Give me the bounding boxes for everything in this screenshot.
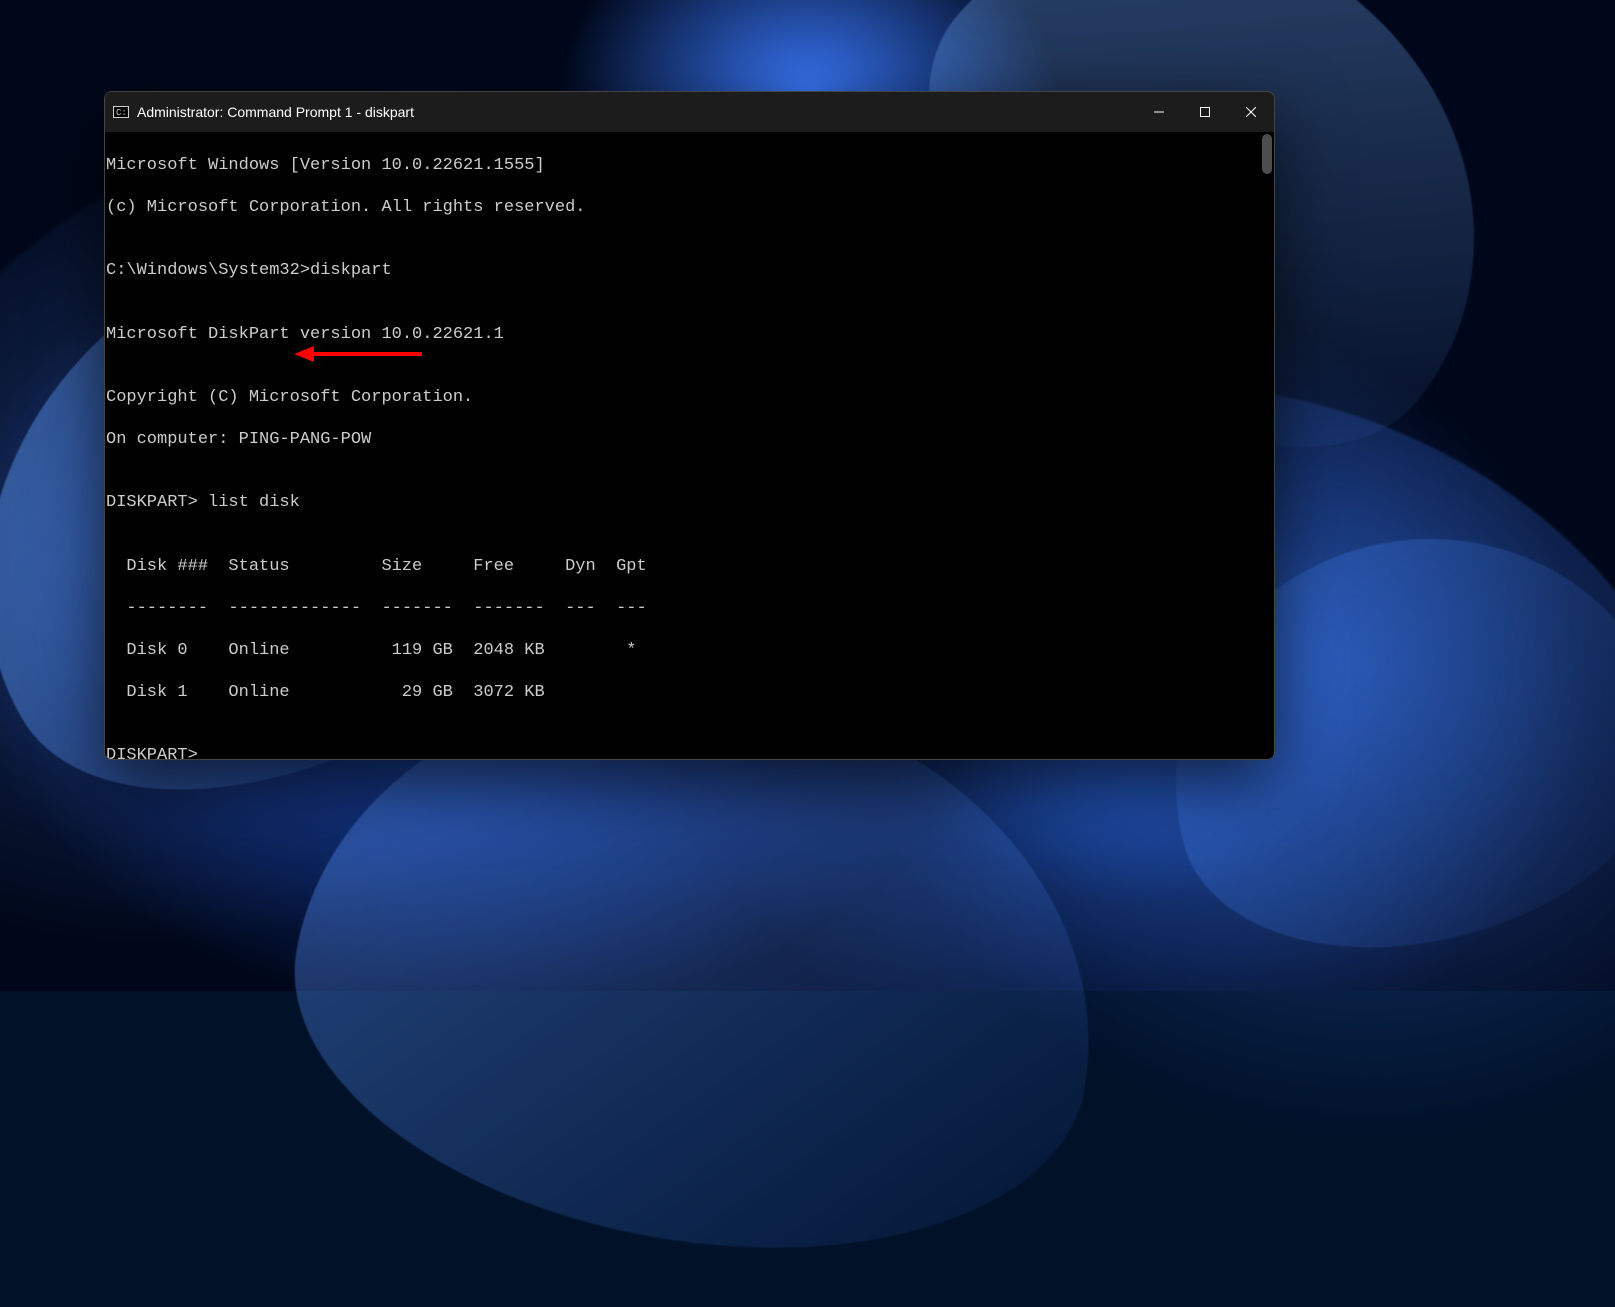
terminal-line: (c) Microsoft Corporation. All rights re… bbox=[106, 197, 1274, 218]
terminal-line: Microsoft DiskPart version 10.0.22621.1 bbox=[106, 324, 1274, 345]
window-titlebar[interactable]: C:\ Administrator: Command Prompt 1 - di… bbox=[105, 92, 1274, 132]
cmd-icon: C:\ bbox=[113, 104, 129, 120]
terminal-line: DISKPART> list disk bbox=[106, 492, 1274, 513]
terminal-line: Microsoft Windows [Version 10.0.22621.15… bbox=[106, 155, 1274, 176]
close-button[interactable] bbox=[1228, 92, 1274, 132]
terminal-line: Disk 1 Online 29 GB 3072 KB bbox=[106, 682, 1274, 703]
minimize-button[interactable] bbox=[1136, 92, 1182, 132]
terminal-line: On computer: PING-PANG-POW bbox=[106, 429, 1274, 450]
maximize-button[interactable] bbox=[1182, 92, 1228, 132]
terminal-line: Copyright (C) Microsoft Corporation. bbox=[106, 387, 1274, 408]
terminal-line: -------- ------------- ------- ------- -… bbox=[106, 598, 1274, 619]
terminal-line: Disk ### Status Size Free Dyn Gpt bbox=[106, 556, 1274, 577]
terminal-output[interactable]: Microsoft Windows [Version 10.0.22621.15… bbox=[105, 132, 1274, 759]
window-title: Administrator: Command Prompt 1 - diskpa… bbox=[137, 104, 414, 120]
window-controls bbox=[1136, 92, 1274, 132]
terminal-line: C:\Windows\System32>diskpart bbox=[106, 260, 1274, 281]
terminal-line: Disk 0 Online 119 GB 2048 KB * bbox=[106, 640, 1274, 661]
terminal-line: DISKPART> bbox=[106, 745, 1274, 759]
command-prompt-window: C:\ Administrator: Command Prompt 1 - di… bbox=[104, 91, 1275, 760]
svg-text:C:\: C:\ bbox=[116, 108, 129, 118]
scrollbar-thumb[interactable] bbox=[1262, 134, 1272, 174]
